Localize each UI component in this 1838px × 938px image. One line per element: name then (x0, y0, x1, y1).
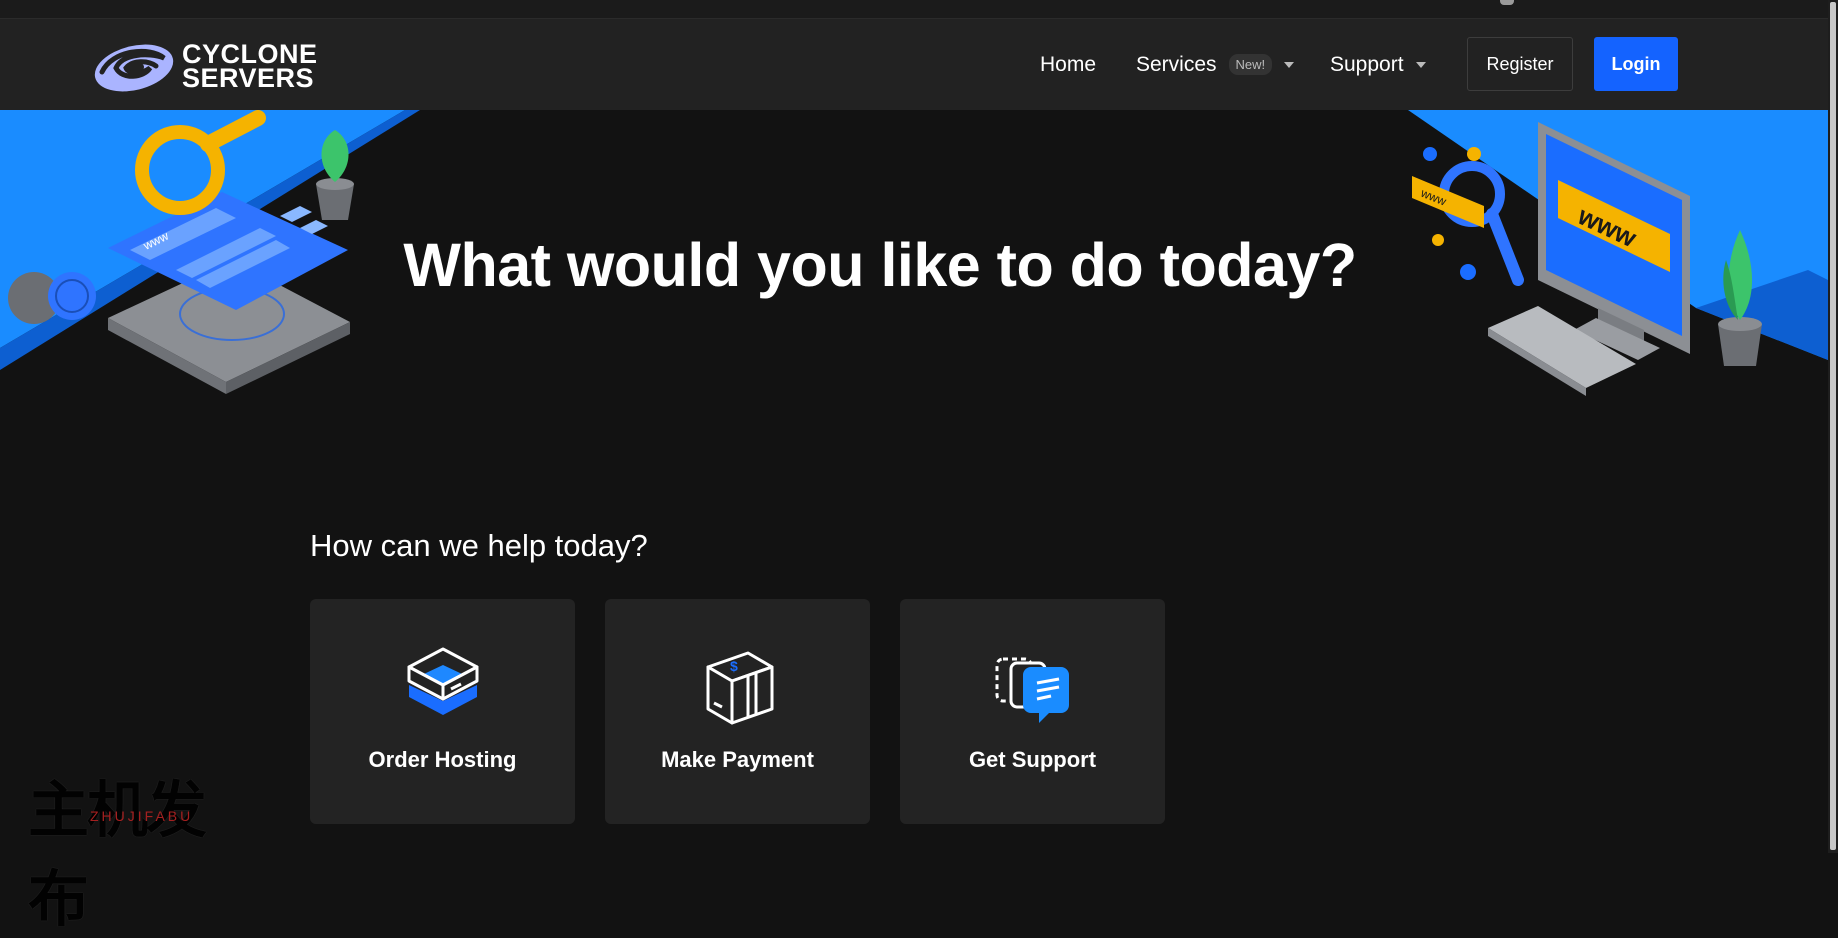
watermark-en: ZHUJIFABU (90, 808, 194, 824)
login-button[interactable]: Login (1594, 37, 1678, 91)
server-box-icon (407, 647, 479, 715)
order-hosting-card[interactable]: Order Hosting (310, 599, 575, 824)
card-label: Make Payment (661, 747, 814, 772)
scrollbar-thumb[interactable] (1830, 2, 1836, 850)
brand-line2: SERVERS (182, 63, 315, 93)
card-label: Get Support (968, 747, 1097, 772)
make-payment-card[interactable]: $ Make Payment (605, 599, 870, 824)
nav-home-label: Home (1040, 52, 1097, 76)
chat-bubbles-icon (995, 657, 1069, 723)
tab-indicator (1500, 0, 1514, 5)
payment-box-icon: $ (706, 651, 774, 725)
watermark-cn: 主机发布 (28, 775, 207, 935)
nav-support[interactable]: Support (1330, 19, 1426, 110)
cyclone-logo-icon (94, 44, 174, 92)
chevron-down-icon (1415, 61, 1426, 68)
brand-logo[interactable]: CYCLONE SERVERS (92, 38, 318, 94)
card-label: Order Hosting (368, 747, 517, 772)
watermark-logo: 主机发布 ZHUJIFABU (28, 760, 238, 935)
chevron-down-icon (1284, 61, 1295, 68)
help-section-title: How can we help today? (310, 528, 648, 563)
nav-support-label: Support (1330, 52, 1404, 76)
nav-services-label: Services (1136, 52, 1217, 76)
register-button[interactable]: Register (1467, 37, 1573, 91)
nav-services[interactable]: Services New! (1136, 19, 1295, 110)
brand-name: CYCLONE SERVERS (182, 41, 318, 93)
get-support-card[interactable]: Get Support (900, 599, 1165, 824)
svg-text:$: $ (730, 658, 738, 674)
nav-home[interactable]: Home (1040, 19, 1096, 110)
browser-top-strip (0, 0, 1838, 19)
navbar: CYCLONE SERVERS Home Services New! Suppo… (0, 19, 1838, 110)
new-badge: New! (1228, 54, 1273, 75)
hero-section: www www www What would you like to do to… (0, 110, 1828, 490)
hero-title: What would you like to do today? (403, 231, 1357, 299)
